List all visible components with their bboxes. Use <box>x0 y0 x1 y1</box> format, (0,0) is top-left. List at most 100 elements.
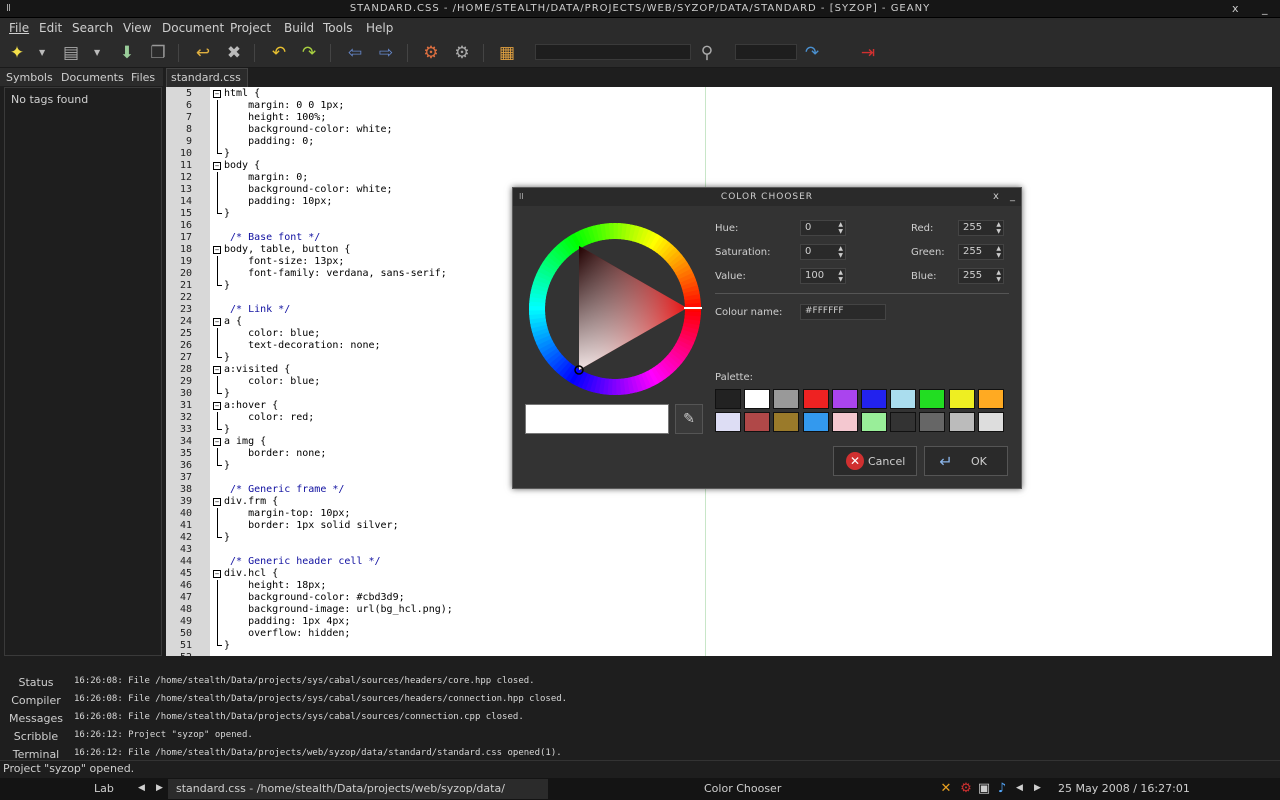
close-file-icon[interactable]: ✖ <box>223 42 245 64</box>
tab-scribble[interactable]: Scribble <box>2 730 70 743</box>
find-icon[interactable]: ⚲ <box>696 42 718 64</box>
redo-icon[interactable]: ↷ <box>298 42 320 64</box>
hue-spinner[interactable]: 0 ▲ ▼ <box>800 220 846 236</box>
palette-swatch[interactable] <box>890 389 917 409</box>
color-chooser-icon[interactable]: ▦ <box>496 42 518 64</box>
code-line[interactable]: 49 padding: 1px 4px; <box>166 616 1272 628</box>
saturation-spinner[interactable]: 0 ▲ ▼ <box>800 244 846 260</box>
menu-help[interactable]: Help <box>366 21 393 35</box>
spinner-arrows-icon[interactable]: ▲ ▼ <box>996 221 1001 235</box>
fold-marker-icon[interactable]: − <box>213 246 221 254</box>
spinner-arrows-icon[interactable]: ▲ ▼ <box>996 245 1001 259</box>
blue-spinner[interactable]: 255 ▲ ▼ <box>958 268 1004 284</box>
palette-swatch[interactable] <box>744 412 771 432</box>
open-file-icon[interactable]: ▤ <box>60 42 82 64</box>
tab-messages[interactable]: Messages <box>2 712 70 725</box>
prev-workspace-icon[interactable]: ◀ <box>138 783 145 793</box>
code-line[interactable]: 39 − div.frm { <box>166 496 1272 508</box>
fold-marker-icon[interactable]: − <box>213 570 221 578</box>
status-message-list[interactable]: 16:26:08: File /home/stealth/Data/projec… <box>72 666 1272 758</box>
taskbar-color-chooser[interactable]: Color Chooser <box>704 782 781 795</box>
code-line[interactable]: 42} <box>166 532 1272 544</box>
value-spinner[interactable]: 100 ▲ ▼ <box>800 268 846 284</box>
compile-icon[interactable]: ⚙ <box>420 42 442 64</box>
menu-view[interactable]: View <box>123 21 151 35</box>
dialog-minimize-button[interactable]: _ <box>1010 191 1015 202</box>
tab-compiler[interactable]: Compiler <box>2 694 70 707</box>
goto-line-icon[interactable]: ↷ <box>801 42 823 64</box>
menu-project[interactable]: Project <box>230 21 271 35</box>
menu-edit[interactable]: Edit <box>39 21 62 35</box>
palette-swatch[interactable] <box>802 389 829 409</box>
taskbar-active-window[interactable]: standard.css - /home/stealth/Data/projec… <box>168 779 548 799</box>
red-spinner[interactable]: 255 ▲ ▼ <box>958 220 1004 236</box>
fold-marker-icon[interactable]: − <box>213 162 221 170</box>
code-line[interactable]: 5 − html { <box>166 88 1272 100</box>
new-dropdown-icon[interactable]: ▼ <box>39 48 45 57</box>
tab-symbols[interactable]: Symbols <box>6 71 53 84</box>
palette-swatch[interactable] <box>773 389 800 409</box>
palette-swatch[interactable] <box>773 412 800 432</box>
menu-file[interactable]: File <box>9 21 29 35</box>
code-line[interactable]: 8 background-color: white; <box>166 124 1272 136</box>
goto-line-field[interactable] <box>735 44 797 60</box>
cancel-button[interactable]: ✕ Cancel <box>833 446 917 476</box>
window-minimize-button[interactable]: _ <box>1262 2 1268 15</box>
code-line[interactable]: 40 margin-top: 10px; <box>166 508 1272 520</box>
dialog-titlebar[interactable]: II COLOR CHOOSER x _ <box>513 188 1021 206</box>
tab-documents[interactable]: Documents <box>61 71 124 84</box>
menu-build[interactable]: Build <box>284 21 314 35</box>
colour-name-input[interactable]: #FFFFFF <box>800 304 886 320</box>
green-spinner[interactable]: 255 ▲ ▼ <box>958 244 1004 260</box>
palette-swatch[interactable] <box>861 389 887 409</box>
menu-tools[interactable]: Tools <box>323 21 353 35</box>
code-line[interactable]: 43 <box>166 544 1272 556</box>
palette-swatch[interactable] <box>948 389 975 409</box>
hue-ring[interactable] <box>527 221 703 397</box>
palette-swatch[interactable] <box>861 412 887 432</box>
code-line[interactable]: 10} <box>166 148 1272 160</box>
save-icon[interactable]: ⬇ <box>116 42 138 64</box>
navigate-back-icon[interactable]: ⇦ <box>344 42 366 64</box>
revert-icon[interactable]: ↩ <box>192 42 214 64</box>
dialog-close-button[interactable]: x <box>993 191 999 202</box>
palette-swatch[interactable] <box>977 389 1004 409</box>
tab-files[interactable]: Files <box>131 71 155 84</box>
palette-swatch[interactable] <box>715 389 741 409</box>
code-line[interactable]: 45 − div.hcl { <box>166 568 1272 580</box>
tray-next-icon[interactable]: ▶ <box>1034 783 1041 793</box>
window-titlebar[interactable]: II STANDARD.CSS - /HOME/STEALTH/DATA/PRO… <box>0 0 1280 18</box>
code-line[interactable]: 7 height: 100%; <box>166 112 1272 124</box>
navigate-forward-icon[interactable]: ⇨ <box>375 42 397 64</box>
open-dropdown-icon[interactable]: ▼ <box>94 48 100 57</box>
spinner-arrows-icon[interactable]: ▲ ▼ <box>838 245 843 259</box>
fold-marker-icon[interactable]: − <box>213 438 221 446</box>
code-line[interactable]: 44 /* Generic header cell */ <box>166 556 1272 568</box>
code-line[interactable]: 48 background-image: url(bg_hcl.png); <box>166 604 1272 616</box>
palette-swatch[interactable] <box>744 389 771 409</box>
menu-document[interactable]: Document <box>162 21 224 35</box>
color-wheel[interactable] <box>527 221 703 397</box>
save-all-icon[interactable]: ❐ <box>147 42 169 64</box>
fold-marker-icon[interactable]: − <box>213 318 221 326</box>
palette-swatch[interactable] <box>715 412 741 432</box>
code-line[interactable]: 41 border: 1px solid silver; <box>166 520 1272 532</box>
eyedropper-button[interactable]: ✎ <box>675 404 703 434</box>
spinner-arrows-icon[interactable]: ▲ ▼ <box>838 269 843 283</box>
code-line[interactable]: 50 overflow: hidden; <box>166 628 1272 640</box>
document-tab[interactable]: standard.css <box>166 68 248 87</box>
code-line[interactable]: 51} <box>166 640 1272 652</box>
palette-swatch[interactable] <box>831 389 858 409</box>
palette-swatch[interactable] <box>977 412 1004 432</box>
next-workspace-icon[interactable]: ▶ <box>156 783 163 793</box>
palette-swatch[interactable] <box>831 412 858 432</box>
fold-marker-icon[interactable]: − <box>213 90 221 98</box>
code-line[interactable]: 46 height: 18px; <box>166 580 1272 592</box>
tray-network-icon[interactable]: ▣ <box>976 781 992 797</box>
quit-icon[interactable]: ⇥ <box>857 42 879 64</box>
palette-swatch[interactable] <box>919 389 946 409</box>
window-close-button[interactable]: x <box>1232 2 1239 15</box>
code-line[interactable]: 11 − body { <box>166 160 1272 172</box>
fold-marker-icon[interactable]: − <box>213 366 221 374</box>
palette-swatch[interactable] <box>948 412 975 432</box>
